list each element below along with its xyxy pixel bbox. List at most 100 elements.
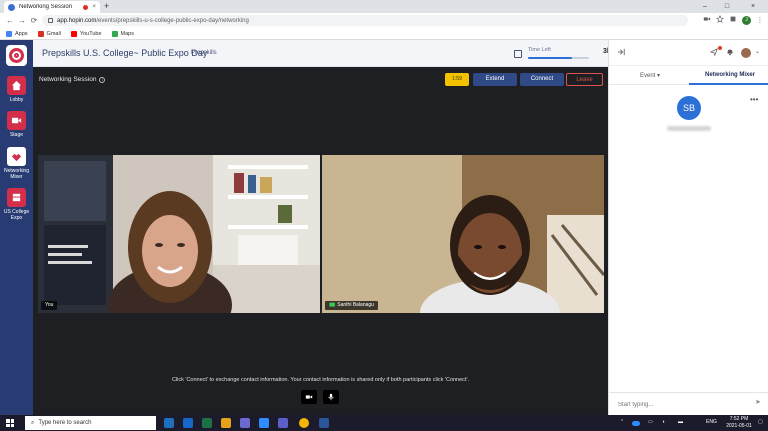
bookmark-maps[interactable]: Maps (111, 30, 134, 37)
word-icon[interactable] (319, 418, 329, 428)
apps-grid-icon (6, 30, 12, 37)
battery-icon[interactable]: ▬ (678, 419, 683, 425)
outlook-icon[interactable] (183, 418, 193, 428)
minimize-button[interactable]: – (696, 0, 714, 13)
tab-close-icon[interactable]: × (92, 4, 96, 10)
self-video-feed (38, 155, 320, 313)
session-title: Networking Session (39, 76, 97, 83)
taskbar-clock[interactable]: 7:52 PM 2021-05-01 (722, 416, 756, 430)
bookmark-label: Maps (120, 30, 134, 37)
back-icon[interactable]: ← (5, 14, 15, 27)
file-explorer-icon[interactable] (221, 418, 231, 428)
more-options-icon[interactable]: ••• (750, 95, 758, 104)
target-logo-icon (9, 48, 24, 63)
leave-button[interactable]: Leave (566, 73, 603, 86)
volume-icon[interactable]: ◖ (662, 419, 665, 425)
tray-chevron-icon[interactable]: ⌃ (620, 419, 624, 425)
language-indicator[interactable]: ENG (706, 419, 717, 425)
sidebar-item-us-college-expo[interactable]: US College Expo (0, 188, 33, 221)
event-organizer[interactable]: Prepskills (191, 50, 217, 56)
maximize-button[interactable]: □ (718, 0, 736, 13)
bookmark-gmail[interactable]: Gmail (37, 30, 61, 37)
sidebar-item-networking-mixer[interactable]: Networking Mixer (0, 147, 33, 180)
time-left-progress (528, 57, 589, 59)
bookmark-youtube[interactable]: YouTube (70, 30, 102, 37)
send-message-icon[interactable] (709, 48, 718, 58)
chrome-icon[interactable] (299, 418, 309, 428)
edge-icon[interactable] (164, 418, 174, 428)
microphone-toggle-button[interactable] (323, 390, 339, 404)
participant-name: Santhi Balanagu (337, 302, 374, 308)
networking-icon (7, 147, 26, 166)
user-avatar[interactable] (741, 48, 751, 58)
url-path: /events/prepskills-u-s-college-public-ex… (96, 17, 249, 24)
bookmarks-bar: Apps Gmail YouTube Maps (0, 28, 768, 40)
active-tab-indicator (689, 83, 768, 85)
camera-icon (305, 395, 313, 399)
chevron-down-icon[interactable]: ⌄ (755, 48, 760, 57)
event-title: Prepskills U.S. College~ Public Expo Day (42, 48, 208, 58)
right-panel-tabs: Event ▾ Networking Mixer (609, 67, 768, 85)
participant-name-blurred (667, 126, 711, 131)
app-icon[interactable] (240, 418, 250, 428)
session-timer-badge: 1:59 (445, 73, 469, 86)
zoom-icon[interactable] (259, 418, 269, 428)
browser-menu-icon[interactable]: ⋮ (755, 15, 765, 26)
home-icon (7, 76, 26, 95)
bookmark-label: Apps (15, 30, 28, 37)
bookmark-apps[interactable]: Apps (6, 30, 28, 37)
reload-icon[interactable]: ⟳ (29, 14, 39, 27)
sidebar-item-label: Lobby (9, 97, 24, 103)
networking-stage: Networking Session i 1:59 Extend Connect… (33, 67, 608, 415)
sidebar-item-label: Networking Mixer (3, 168, 29, 180)
teams-icon[interactable] (278, 418, 288, 428)
extension-icon[interactable] (728, 15, 738, 26)
browser-tab-strip: Networking Session × + – □ × (0, 0, 768, 13)
bell-icon[interactable] (726, 48, 734, 58)
maps-pin-icon (111, 30, 118, 37)
recording-indicator-icon (83, 4, 89, 10)
browser-tab[interactable]: Networking Session × (4, 1, 100, 13)
taskbar-search-placeholder: Type here to search (38, 420, 92, 426)
new-tab-button[interactable]: + (104, 1, 109, 12)
connect-button[interactable]: Connect (520, 73, 564, 86)
collapse-panel-icon[interactable] (617, 48, 625, 58)
clock-date: 2021-05-01 (726, 423, 752, 429)
info-icon[interactable]: i (99, 76, 106, 83)
participant-name: You (45, 302, 54, 308)
right-panel: ⌄ Event ▾ Networking Mixer SB ••• ➤ (608, 40, 768, 415)
windows-start-icon[interactable] (6, 419, 14, 427)
participant-name-tag: You (41, 301, 58, 310)
notifications-icon[interactable]: ▢ (758, 419, 763, 425)
close-window-button[interactable]: × (744, 0, 762, 13)
video-tile-participant: ▮▮▮ Santhi Balanagu (322, 155, 604, 313)
participant-avatar[interactable]: SB (677, 96, 701, 120)
sidebar-item-lobby[interactable]: Lobby (0, 76, 33, 103)
chat-send-icon[interactable]: ➤ (755, 398, 761, 406)
expo-icon (7, 188, 26, 207)
taskbar-search[interactable]: ⌕ Type here to search (25, 416, 156, 430)
camera-in-use-icon[interactable] (702, 15, 712, 26)
notification-badge-icon (718, 46, 722, 50)
tab-event[interactable]: Event ▾ (640, 72, 660, 79)
event-logo[interactable] (6, 45, 27, 66)
network-icon[interactable]: ▭ (648, 419, 653, 425)
camera-toggle-button[interactable] (301, 390, 317, 404)
sidebar-item-stage[interactable]: Stage (0, 111, 33, 138)
tab-networking-mixer[interactable]: Networking Mixer (705, 72, 755, 78)
chat-input[interactable] (618, 400, 738, 409)
profile-avatar[interactable]: J (742, 16, 751, 25)
forward-icon[interactable]: → (17, 14, 27, 27)
excel-icon[interactable] (202, 418, 212, 428)
extend-button[interactable]: Extend (473, 73, 517, 86)
time-left-label: Time Left (528, 47, 551, 53)
session-title-row: Networking Session i (39, 76, 106, 83)
address-bar[interactable]: app.hopin.com /events/prepskills-u-s-col… (42, 15, 688, 26)
clock-time: 7:52 PM (729, 416, 749, 422)
onedrive-icon[interactable] (632, 421, 640, 426)
bookmark-star-icon[interactable] (715, 14, 725, 26)
bookmark-label: YouTube (79, 30, 102, 37)
browser-toolbar: ← → ⟳ app.hopin.com /events/prepskills-u… (0, 13, 768, 28)
sidebar-item-label: Stage (9, 132, 24, 138)
tab-title: Networking Session (19, 4, 73, 10)
